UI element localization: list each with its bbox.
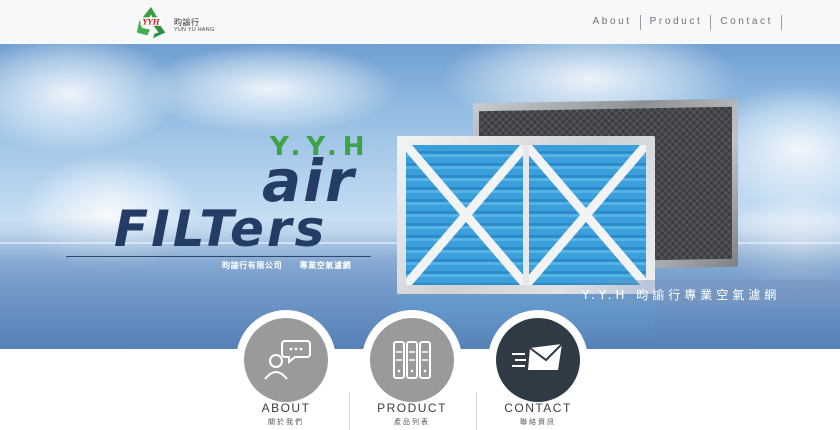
contact-sublabel: 聯絡資訊 [520, 418, 556, 426]
nav-product[interactable]: Product [641, 14, 711, 30]
person-chat-icon [264, 340, 311, 380]
logo-name-english: YUN YU HANG [174, 27, 215, 33]
product-sublabel: 產品列表 [394, 418, 430, 426]
hero-underline [66, 256, 371, 257]
nav-about[interactable]: About [584, 14, 640, 30]
recycle-logo-icon: YYH [136, 6, 166, 39]
site-header: YYH 昀諭行 YUN YU HANG About Product Contac… [0, 0, 840, 44]
nav-divider [781, 14, 782, 30]
nav-contact[interactable]: Contact [711, 14, 781, 30]
product-section-link[interactable]: PRODUCT 產品列表 [362, 310, 462, 430]
about-label: ABOUT [261, 401, 311, 415]
top-nav: About Product Contact [584, 14, 782, 30]
hero-title-filters: FILTers [114, 200, 328, 258]
svg-text:YYH: YYH [143, 17, 160, 26]
filter-frame-cross [406, 145, 646, 285]
send-mail-icon [512, 343, 563, 370]
filter-panels-icon [393, 341, 431, 379]
hero-tagline: Y.Y.H 昀諭行專業空氣濾網 [582, 288, 781, 302]
about-circle [244, 318, 328, 402]
blue-panel-filter-image [397, 136, 655, 294]
product-circle [370, 318, 454, 402]
contact-label: CONTACT [504, 401, 572, 415]
contact-circle [496, 318, 580, 402]
product-label: PRODUCT [377, 401, 447, 415]
logo[interactable]: YYH 昀諭行 YUN YU HANG [132, 4, 222, 42]
hero-subtitle: 昀諭行有限公司 專業空氣濾網 [222, 261, 352, 270]
about-section-link[interactable]: ABOUT 關於我們 [236, 310, 336, 430]
hero-banner: Y.Y.H air FILTers 昀諭行有限公司 專業空氣濾網 Y.Y.H 昀… [0, 44, 840, 349]
cloud-decoration [140, 44, 400, 134]
contact-section-link[interactable]: CONTACT 聯絡資訊 [488, 310, 588, 430]
about-sublabel: 關於我們 [268, 418, 304, 426]
